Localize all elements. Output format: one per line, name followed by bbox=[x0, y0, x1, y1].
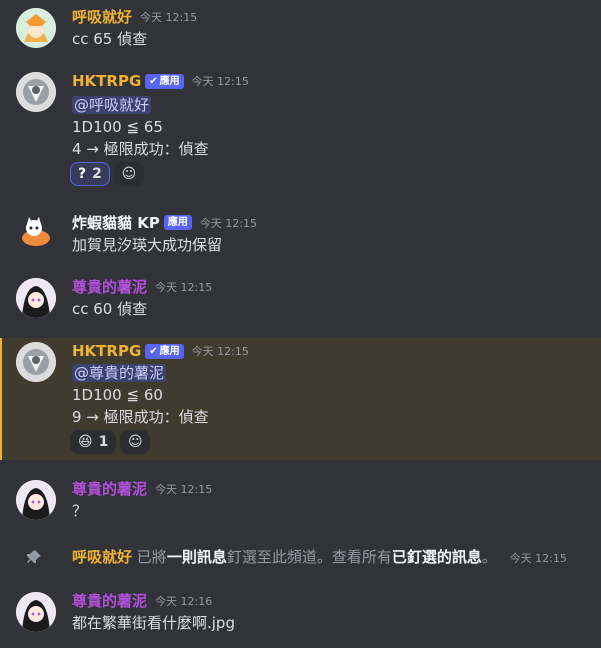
avatar[interactable] bbox=[16, 8, 56, 48]
reaction-button[interactable]: 😆 1 bbox=[70, 430, 117, 454]
username[interactable]: 炸蝦貓貓 KP bbox=[72, 212, 160, 233]
message-text: 加賀見汐瑛大成功保留 bbox=[72, 236, 223, 254]
laughing-emoji-icon: 😆 bbox=[78, 434, 93, 450]
question-emoji-icon: ? bbox=[78, 166, 87, 182]
message: 尊貴的薯泥 今天 12:15 cc 60 偵查 bbox=[0, 270, 601, 326]
pinned-messages-link[interactable]: 已釘選的訊息 bbox=[392, 548, 482, 566]
username[interactable]: 呼吸就好 bbox=[72, 548, 132, 566]
username[interactable]: 尊貴的薯泥 bbox=[72, 276, 147, 297]
timestamp: 今天 12:15 bbox=[155, 482, 213, 496]
add-reaction-button[interactable]: ☺ bbox=[120, 430, 151, 454]
add-reaction-button[interactable]: ☺ bbox=[113, 162, 144, 186]
message-text: 1D100 ≦ 65 bbox=[72, 118, 163, 136]
app-tag: ✔ 應用 bbox=[145, 73, 184, 89]
message-highlighted: HKTRPG ✔ 應用 今天 12:15 @尊貴的薯泥 1D100 ≦ 60 9 … bbox=[0, 338, 601, 460]
username[interactable]: 尊貴的薯泥 bbox=[72, 590, 147, 611]
message-text: 1D100 ≦ 60 bbox=[72, 386, 163, 404]
timestamp: 今天 12:15 bbox=[199, 216, 258, 230]
timestamp: 今天 12:15 bbox=[191, 75, 249, 88]
avatar[interactable] bbox=[16, 72, 56, 112]
message-text: cc 65 偵查 bbox=[72, 30, 148, 48]
avatar[interactable] bbox=[16, 278, 56, 318]
check-icon: ✔ bbox=[149, 75, 158, 87]
app-tag: ✔ 應用 bbox=[145, 343, 184, 359]
message-text: ？ bbox=[72, 502, 88, 520]
avatar[interactable] bbox=[16, 342, 56, 382]
user-mention[interactable]: @呼吸就好 bbox=[72, 96, 152, 114]
username[interactable]: HKTRPG bbox=[72, 342, 141, 360]
message: 尊貴的薯泥 今天 12:16 都在繁華街看什麼啊.jpg bbox=[0, 584, 601, 640]
timestamp: 今天 12:15 bbox=[191, 345, 249, 358]
system-message-pin: 呼吸就好 已將一則訊息釘選至此頻道。查看所有已釘選的訊息。 今天 12:15 bbox=[0, 546, 601, 570]
avatar[interactable] bbox=[16, 592, 56, 632]
smiley-icon: ☺ bbox=[128, 434, 143, 450]
check-icon: ✔ bbox=[149, 345, 158, 357]
message: 呼吸就好 今天 12:15 cc 65 偵查 bbox=[0, 0, 601, 56]
pin-icon bbox=[26, 549, 42, 569]
username[interactable]: 呼吸就好 bbox=[72, 6, 132, 27]
timestamp: 今天 12:15 bbox=[140, 10, 198, 24]
pinned-message-link[interactable]: 一則訊息 bbox=[167, 548, 227, 566]
avatar[interactable] bbox=[16, 212, 56, 252]
username[interactable]: HKTRPG bbox=[72, 72, 141, 90]
smiley-icon: ☺ bbox=[121, 166, 137, 182]
message-text: 9 → 極限成功：偵查 bbox=[72, 408, 209, 426]
user-mention[interactable]: @尊貴的薯泥 bbox=[72, 364, 167, 382]
message-text: 都在繁華街看什麼啊.jpg bbox=[72, 614, 235, 632]
message: 炸蝦貓貓 KP 應用 今天 12:15 加賀見汐瑛大成功保留 bbox=[0, 206, 601, 260]
reaction-button[interactable]: ? 2 bbox=[70, 162, 110, 186]
message-text: 4 → 極限成功：偵查 bbox=[72, 140, 209, 158]
timestamp: 今天 12:15 bbox=[509, 552, 567, 565]
avatar[interactable] bbox=[16, 480, 56, 520]
app-tag: 應用 bbox=[163, 215, 192, 230]
timestamp: 今天 12:15 bbox=[155, 280, 213, 294]
message-text: cc 60 偵查 bbox=[72, 300, 148, 318]
username[interactable]: 尊貴的薯泥 bbox=[72, 478, 147, 499]
message: HKTRPG ✔ 應用 今天 12:15 @呼吸就好 1D100 ≦ 65 4 →… bbox=[0, 66, 601, 190]
timestamp: 今天 12:16 bbox=[155, 594, 213, 608]
message: 尊貴的薯泥 今天 12:15 ？ bbox=[0, 472, 601, 528]
